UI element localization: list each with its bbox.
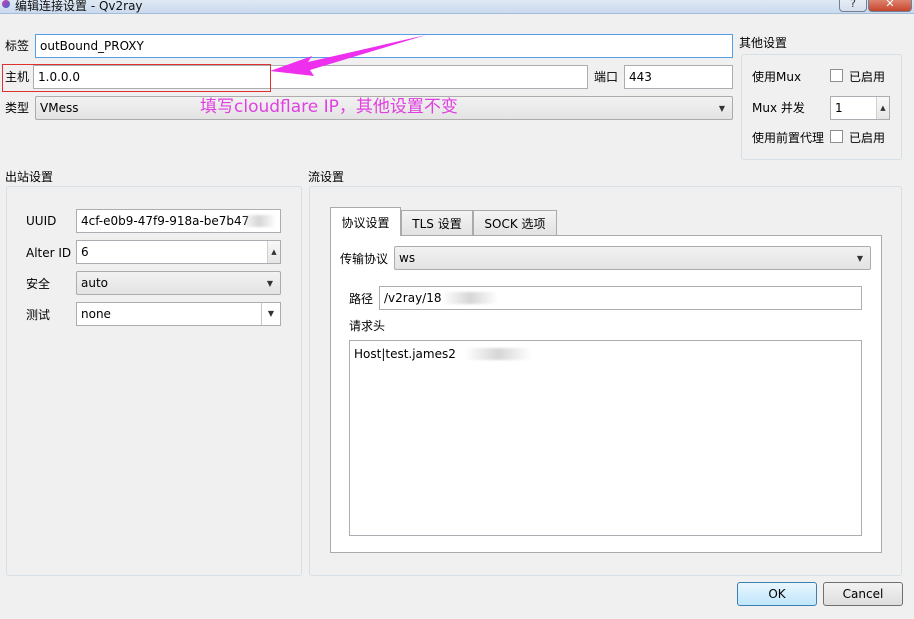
- arrow-icon: [270, 35, 426, 76]
- security-select[interactable]: auto ▼: [76, 271, 281, 295]
- request-headers-textarea[interactable]: Host|test.james2: [349, 340, 862, 536]
- mux-concurrency-spinbox[interactable]: 1 ▲ ▼: [830, 96, 890, 120]
- stream-settings-title: 流设置: [308, 170, 345, 184]
- arrow-up-icon[interactable]: ▲: [268, 241, 280, 263]
- tab-sock-options[interactable]: SOCK 选项: [473, 210, 557, 236]
- close-button[interactable]: ✕: [868, 0, 912, 12]
- arrow-up-icon[interactable]: ▲: [877, 97, 889, 119]
- annotation-text: 填写cloudflare IP，其他设置不变: [200, 97, 458, 117]
- type-label: 类型: [5, 101, 30, 115]
- redaction-blur: [465, 348, 531, 360]
- path-value: /v2ray/18: [384, 291, 442, 305]
- test-dropdown-button[interactable]: ▼: [261, 303, 280, 325]
- uuid-input[interactable]: 4cf-e0b9-47f9-918a-be7b47: [76, 209, 281, 233]
- uuid-value: 4cf-e0b9-47f9-918a-be7b47: [81, 214, 250, 228]
- mux-concurrency-value: 1: [835, 101, 843, 115]
- transport-protocol-label: 传输协议: [340, 252, 389, 266]
- security-select-value: auto: [81, 276, 109, 290]
- alter-id-stepper[interactable]: ▲ ▼: [267, 241, 280, 263]
- alter-id-label: Alter ID: [26, 246, 72, 260]
- ok-button[interactable]: OK: [737, 582, 817, 606]
- port-label: 端口: [594, 70, 619, 84]
- uuid-label: UUID: [26, 214, 57, 228]
- request-headers-label: 请求头: [349, 319, 386, 333]
- arrow-down-icon[interactable]: ▼: [268, 263, 280, 264]
- help-button[interactable]: ?: [839, 0, 867, 12]
- alter-id-spinbox[interactable]: 6 ▲ ▼: [76, 240, 281, 264]
- front-proxy-label: 使用前置代理: [752, 131, 825, 145]
- mux-label: 使用Mux: [752, 70, 802, 84]
- alter-id-value: 6: [81, 245, 89, 259]
- mux-concurrency-label: Mux 并发: [752, 101, 805, 115]
- chevron-down-icon: ▼: [266, 279, 273, 288]
- front-proxy-checkbox-label: 已启用: [849, 131, 886, 145]
- highlight-box: [2, 64, 271, 92]
- chevron-down-icon: ▼: [718, 104, 725, 113]
- redaction-blur: [242, 215, 276, 227]
- test-combobox-value: none: [81, 307, 111, 321]
- mux-checkbox-label: 已启用: [849, 70, 886, 84]
- active-tab-joint: [331, 234, 400, 237]
- security-label: 安全: [26, 277, 51, 291]
- tab-tls-settings[interactable]: TLS 设置: [401, 210, 473, 236]
- mux-checkbox[interactable]: [830, 69, 843, 82]
- tag-label: 标签: [5, 39, 30, 53]
- chevron-down-icon: ▼: [267, 309, 275, 318]
- redaction-blur: [442, 292, 498, 304]
- cancel-button[interactable]: Cancel: [823, 582, 903, 606]
- transport-protocol-select[interactable]: ws ▼: [394, 246, 871, 270]
- test-combobox[interactable]: none ▼: [76, 302, 281, 326]
- test-label: 测试: [26, 308, 51, 322]
- other-settings-title: 其他设置: [739, 36, 788, 50]
- front-proxy-checkbox[interactable]: [830, 130, 843, 143]
- port-input[interactable]: 443: [624, 65, 733, 89]
- outbound-settings-title: 出站设置: [5, 170, 54, 184]
- path-input[interactable]: /v2ray/18: [379, 286, 862, 310]
- request-headers-value: Host|test.james2: [354, 347, 456, 361]
- arrow-down-icon[interactable]: ▼: [877, 119, 889, 120]
- app-icon: [2, 0, 10, 8]
- path-label: 路径: [349, 292, 374, 306]
- transport-protocol-value: ws: [399, 251, 416, 265]
- tab-protocol-settings[interactable]: 协议设置: [330, 207, 401, 236]
- type-select-value: VMess: [40, 101, 79, 115]
- chevron-down-icon: ▼: [856, 254, 863, 263]
- window-title: 编辑连接设置 - Qv2ray: [15, 0, 143, 13]
- mux-concurrency-stepper[interactable]: ▲ ▼: [876, 97, 889, 119]
